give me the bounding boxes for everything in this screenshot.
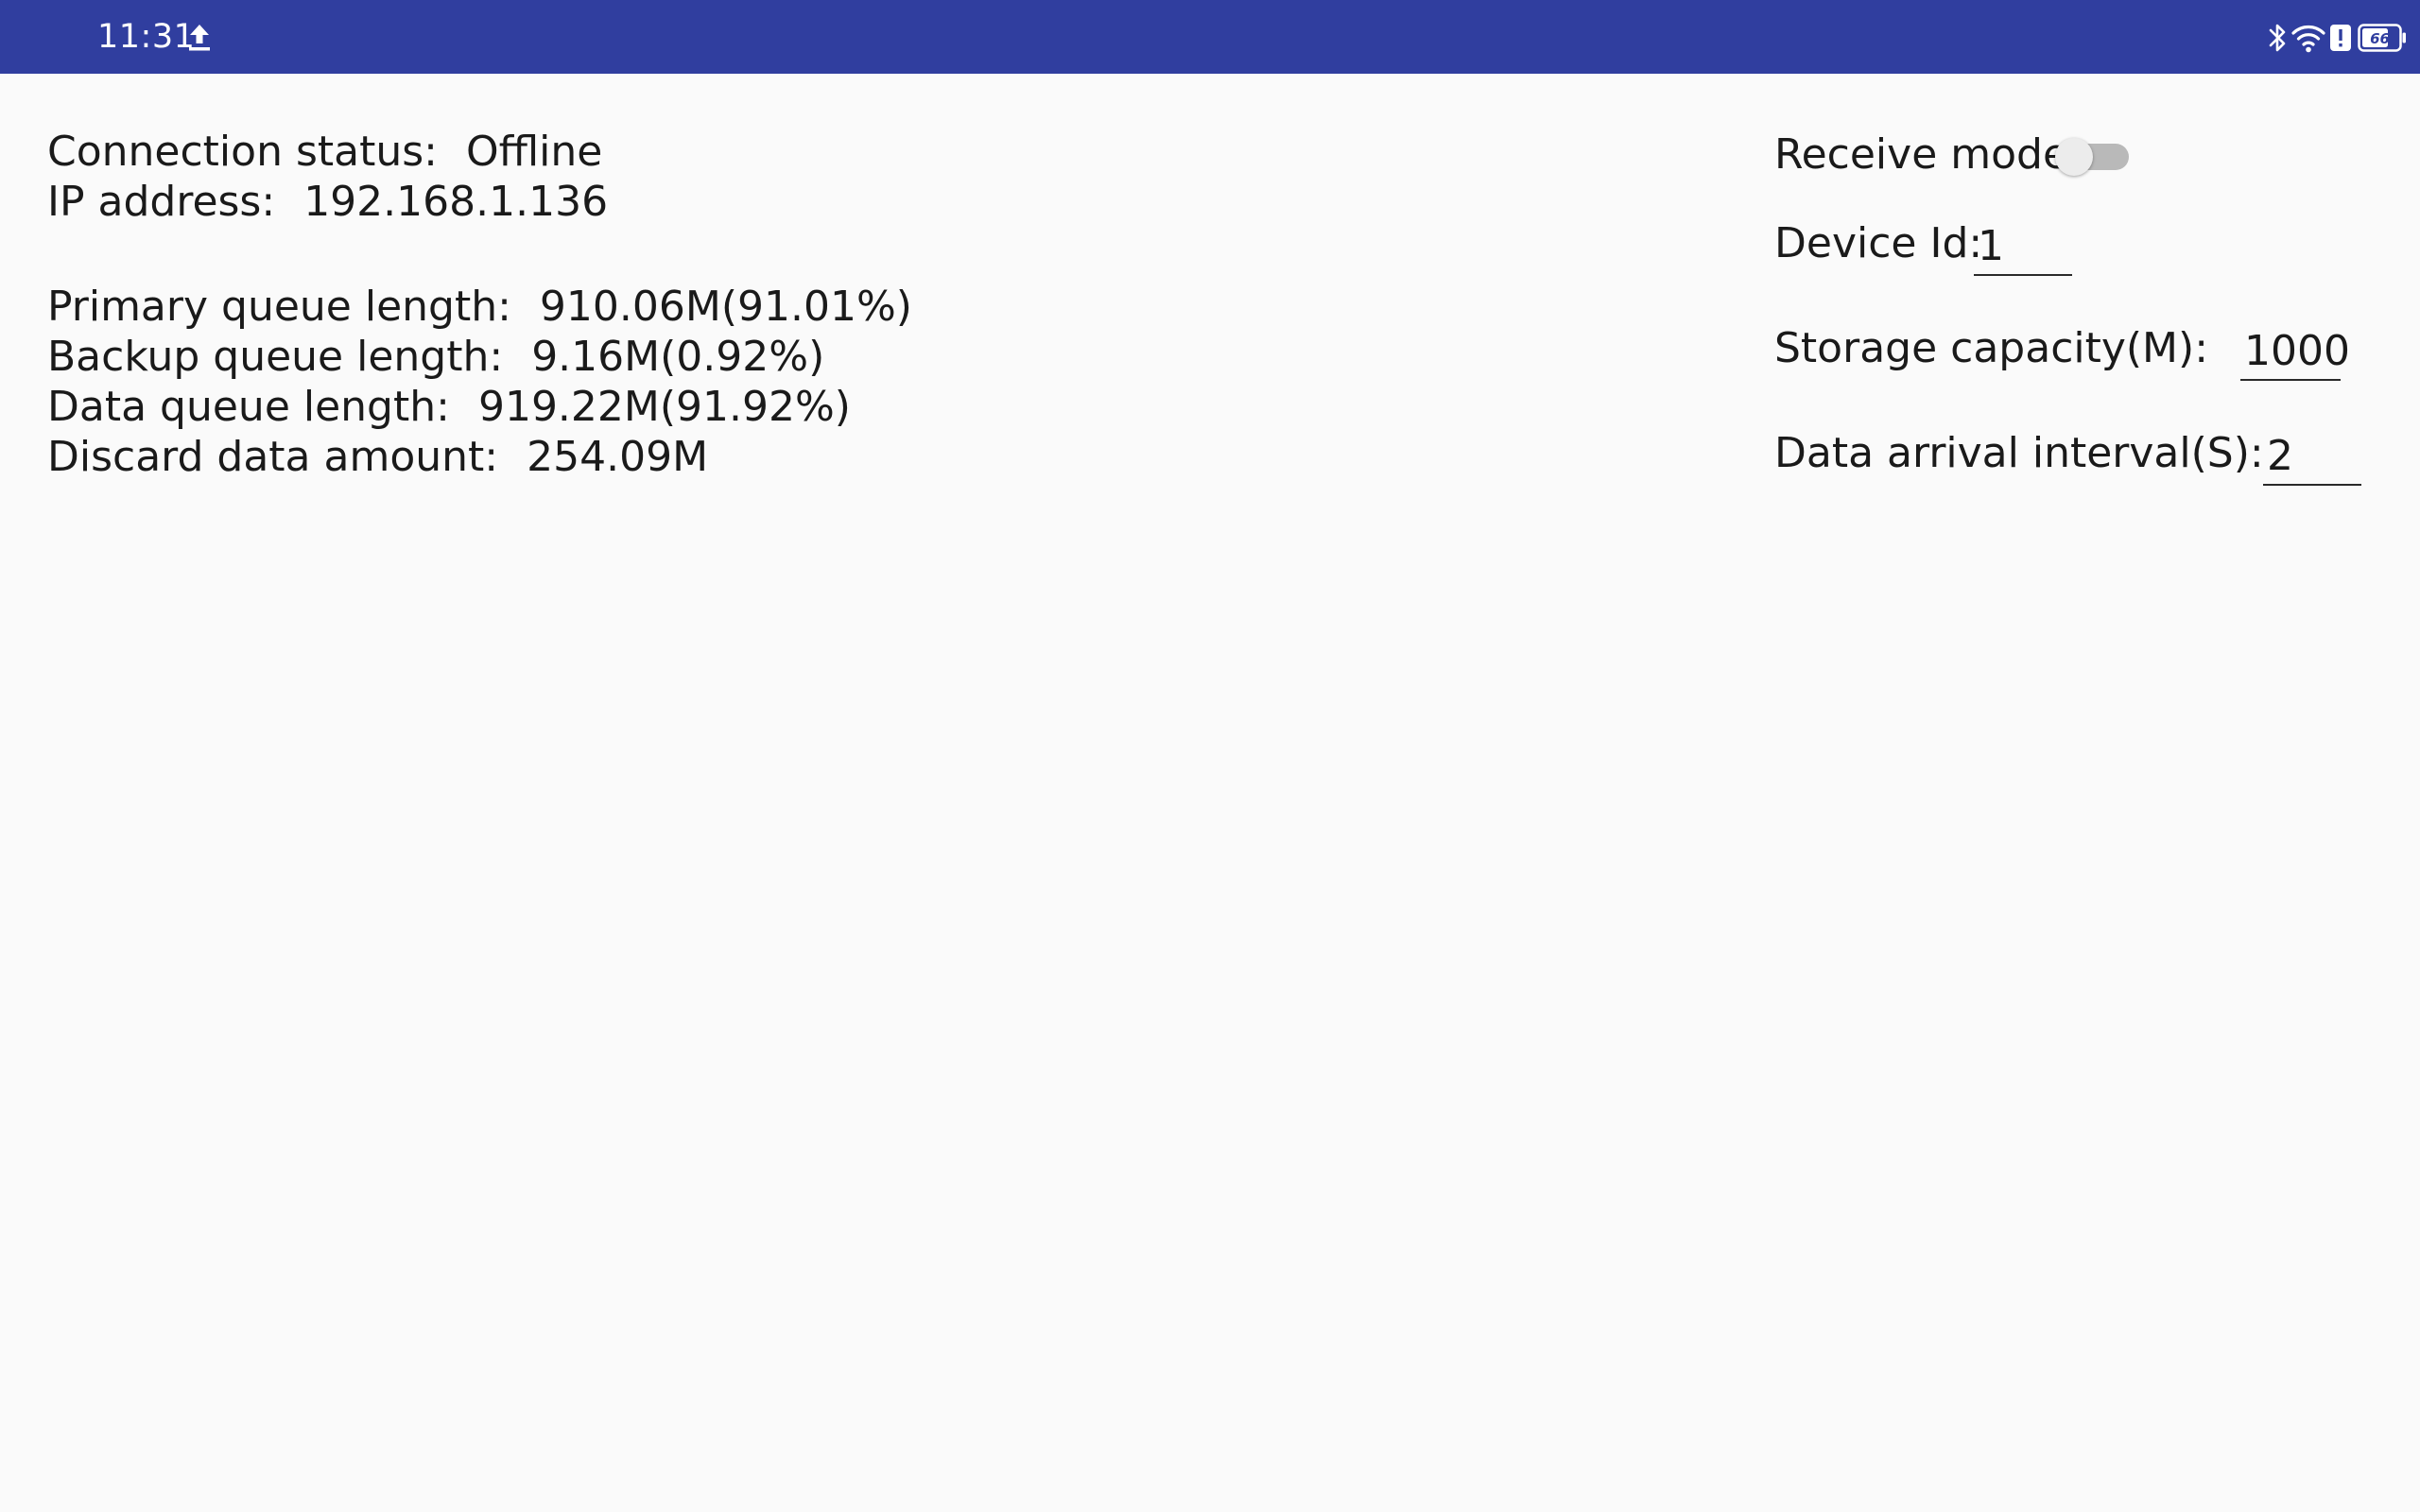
discard-data-value: 254.09M (527, 433, 709, 481)
data-arrival-interval-value: 2 (2267, 432, 2293, 480)
status-time: 11:31 (97, 18, 196, 56)
backup-queue-label: Backup queue length: (47, 333, 504, 381)
status-bar: 11:31 66 (0, 0, 2420, 74)
data-queue-row: Data queue length: 919.22M(91.92%) (47, 382, 851, 433)
connection-status-row: Connection status: Offline (47, 127, 602, 178)
data-arrival-interval-field[interactable]: 2 (2263, 429, 2361, 486)
alert-icon (2330, 25, 2351, 51)
backup-queue-value: 9.16M(0.92%) (531, 333, 825, 381)
toggle-thumb (2055, 138, 2093, 176)
storage-capacity-value: 1000 (2244, 327, 2350, 375)
data-queue-label: Data queue length: (47, 383, 450, 431)
ip-address-value: 192.168.1.136 (303, 178, 609, 226)
wifi-icon (2291, 26, 2325, 53)
primary-queue-value: 910.06M(91.01%) (539, 283, 912, 331)
data-arrival-interval-label: Data arrival interval(S): (1774, 429, 2264, 477)
connection-status-value: Offline (465, 128, 603, 176)
receive-mode-toggle[interactable] (2055, 138, 2133, 176)
device-id-field[interactable]: 1 (1974, 219, 2072, 276)
battery-icon: 66 (2358, 24, 2406, 52)
primary-queue-row: Primary queue length: 910.06M(91.01%) (47, 282, 912, 333)
storage-capacity-label: Storage capacity(M): (1774, 324, 2209, 372)
backup-queue-row: Backup queue length: 9.16M(0.92%) (47, 332, 824, 383)
connection-status-label: Connection status: (47, 128, 438, 176)
discard-data-label: Discard data amount: (47, 433, 499, 481)
discard-data-row: Discard data amount: 254.09M (47, 432, 708, 483)
battery-level-text: 66 (2370, 30, 2390, 47)
device-id-value: 1 (1978, 222, 2004, 270)
upload-icon (189, 25, 210, 51)
device-id-label: Device Id: (1774, 219, 1983, 267)
receive-mode-label: Receive mode (1774, 130, 2069, 179)
ip-address-label: IP address: (47, 178, 276, 226)
primary-queue-label: Primary queue length: (47, 283, 511, 331)
data-queue-value: 919.22M(91.92%) (477, 383, 851, 431)
ip-address-row: IP address: 192.168.1.136 (47, 177, 608, 228)
bluetooth-icon (2269, 24, 2286, 52)
storage-capacity-field[interactable]: 1000 (2240, 324, 2350, 381)
